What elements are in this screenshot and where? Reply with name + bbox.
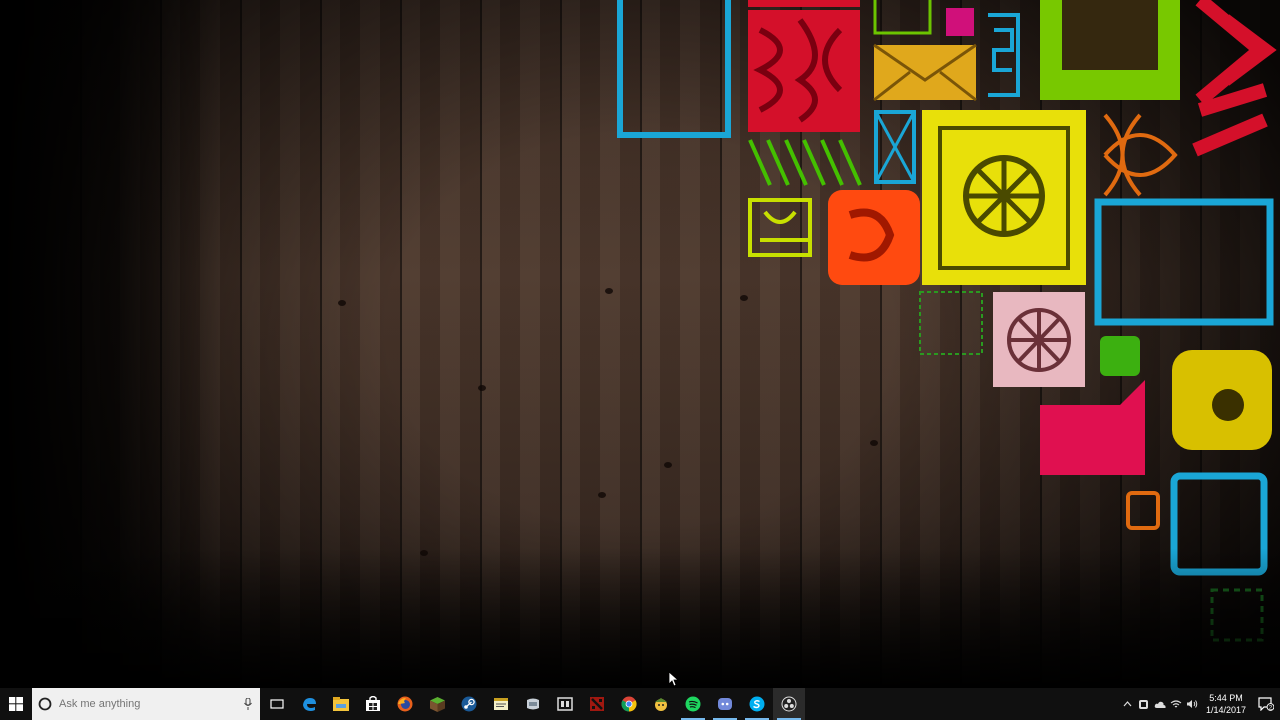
notification-icon: 2 [1258,697,1274,711]
file-explorer-icon [333,697,349,711]
speaker-icon [1186,700,1198,708]
minecraft-icon [429,696,445,712]
spotify-icon [685,696,701,712]
wifi-icon [1170,700,1182,708]
tray-network-button[interactable] [1168,688,1184,720]
taskbar-app-store[interactable] [357,688,389,720]
search-input[interactable] [57,697,231,711]
firefox-icon [397,696,413,712]
taskbar-app-file-explorer[interactable] [325,688,357,720]
obs-icon [781,696,797,712]
windows-logo-icon [9,697,23,711]
taskbar-app-steam[interactable] [453,688,485,720]
store-icon [366,696,380,711]
cortana-search-box[interactable] [32,688,260,720]
cloud-icon [1154,701,1166,708]
taskbar-app-spotify[interactable] [677,688,709,720]
taskbar-app-skype[interactable] [741,688,773,720]
taskbar-app-game[interactable] [517,688,549,720]
cortana-icon [38,697,52,711]
action-center-button[interactable]: 2 [1252,688,1280,720]
taskbar-app-sticky[interactable] [485,688,517,720]
taskbar-app-minecraft[interactable] [421,688,453,720]
clock[interactable]: 5:44 PM 1/14/2017 [1200,692,1252,716]
sticky-app-icon [494,698,508,710]
taskbar-app-firefox[interactable] [389,688,421,720]
tray-onedrive-button[interactable] [1152,688,1168,720]
taskbar-app-obs[interactable] [773,688,805,720]
discord-icon [718,698,732,710]
taskbar-app-edge[interactable] [293,688,325,720]
task-view-icon [270,699,284,709]
game-app-icon [527,698,539,710]
mouse-cursor-icon [668,671,678,687]
chevron-up-icon [1124,701,1132,707]
taskbar-app-video-editor[interactable] [549,688,581,720]
taskbar: 5:44 PM 1/14/2017 2 [0,688,1280,720]
clock-date: 1/14/2017 [1205,705,1246,715]
dota-icon [590,697,604,711]
microphone-icon[interactable] [244,698,252,710]
start-button[interactable] [0,688,32,720]
chrome-icon [621,696,637,712]
video-editor-icon [557,697,573,711]
taskbar-app-chrome[interactable] [613,688,645,720]
tray-overflow-button[interactable] [1120,688,1136,720]
taskbar-app-dota[interactable] [581,688,613,720]
edge-icon [303,698,316,711]
clock-time: 5:44 PM [1209,693,1243,703]
character-app-icon [655,698,667,711]
wallpaper-shadow-bottom [0,548,1280,688]
desktop-wallpaper [0,0,1280,688]
steam-icon [461,696,477,712]
tray-volume-button[interactable] [1184,688,1200,720]
tray-app-button[interactable] [1136,688,1152,720]
task-view-button[interactable] [261,688,293,720]
skype-icon [749,696,765,712]
tray-app-icon [1139,699,1149,709]
taskbar-app-character[interactable] [645,688,677,720]
taskbar-app-discord[interactable] [709,688,741,720]
system-tray: 5:44 PM 1/14/2017 2 [1120,688,1280,720]
